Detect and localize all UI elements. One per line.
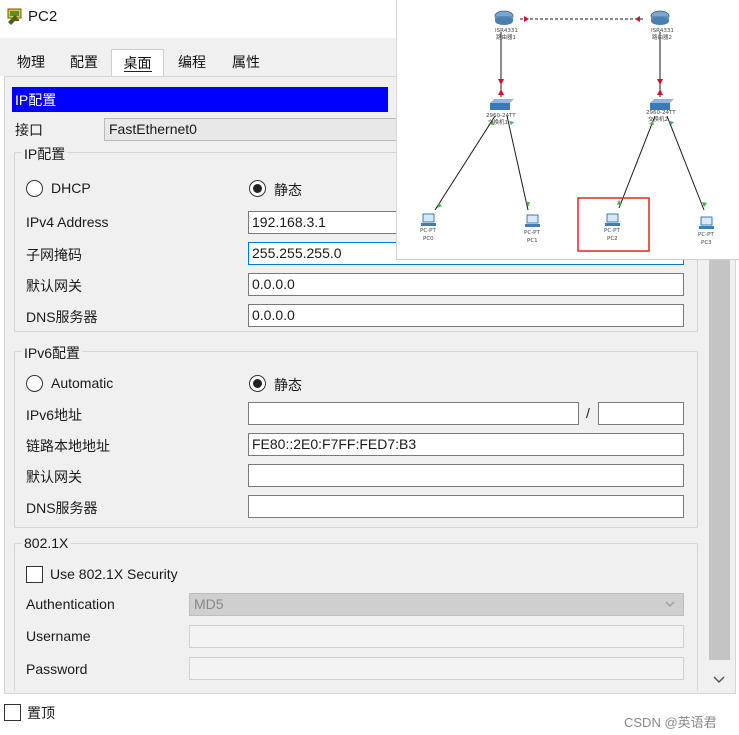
ipv6-dns-input[interactable]: [248, 495, 684, 518]
password-label: Password: [26, 661, 88, 677]
link-status-up-marker: [509, 121, 514, 125]
ipv6-config-group-title: IPv6配置: [22, 343, 83, 363]
switch1-name: 交换机1: [488, 118, 508, 126]
pc-icon[interactable]: [699, 216, 714, 229]
static-ipv6-radio[interactable]: [249, 375, 266, 392]
ipv4-address-label: IPv4 Address: [26, 214, 109, 230]
pc1-model: PC-PT: [524, 230, 540, 236]
tab-attributes[interactable]: 属性: [229, 52, 263, 74]
link-switch2-pc3: [666, 115, 705, 211]
ipv6-gateway-input[interactable]: [248, 464, 684, 487]
pc0-model: PC-PT: [420, 228, 436, 234]
password-input[interactable]: [189, 657, 684, 680]
topology-diagram: ISR4331 路由器1 ISR4331 路由器2 2960-24TT 交换机1…: [420, 10, 714, 252]
chevron-down-icon: [665, 601, 675, 607]
static-ipv6-label: 静态: [274, 377, 302, 393]
link-status-down-marker: [657, 79, 663, 85]
switch-icon[interactable]: [490, 99, 514, 110]
pc2-name: PC2: [607, 236, 618, 242]
always-on-top-label: 置顶: [27, 705, 55, 721]
router2-name: 路由器2: [652, 33, 672, 41]
subnet-mask-label: 子网掩码: [26, 247, 82, 263]
topology-overlay: ISR4331 路由器1 ISR4331 路由器2 2960-24TT 交换机1…: [396, 0, 739, 260]
username-label: Username: [26, 628, 91, 644]
pc-icon[interactable]: [421, 213, 436, 226]
tab-programming[interactable]: 编程: [175, 52, 209, 74]
interface-label: 接口: [15, 122, 43, 138]
pc3-model: PC-PT: [698, 232, 714, 238]
router-icon[interactable]: [650, 10, 670, 25]
link-status-down-marker: [498, 79, 504, 85]
dot1x-group-title: 802.1X: [22, 535, 71, 551]
switch2-model: 2960-24TT: [646, 110, 676, 116]
dhcp-label: DHCP: [51, 180, 91, 196]
pc1-name: PC1: [527, 238, 538, 244]
interface-select[interactable]: FastEthernet0: [104, 118, 404, 141]
router2-model: ISR4331: [651, 28, 674, 34]
ipv4-dns-input[interactable]: 0.0.0.0: [248, 304, 684, 327]
watermark: CSDN @英语君: [624, 715, 717, 730]
ipv4-gateway-input[interactable]: 0.0.0.0: [248, 273, 684, 296]
scroll-down-arrow-icon[interactable]: [713, 676, 725, 684]
prefix-separator: /: [586, 405, 590, 421]
ipv6-automatic-label: Automatic: [51, 375, 114, 391]
use-8021x-label: Use 802.1X Security: [50, 566, 178, 582]
tab-desktop-label: 桌面: [123, 55, 152, 72]
tab-config[interactable]: 配置: [67, 52, 101, 74]
link-switch1-pc1: [506, 115, 529, 211]
link-status-down-marker: [498, 89, 504, 95]
tab-desktop[interactable]: 桌面: [111, 49, 164, 76]
router-icon[interactable]: [494, 10, 514, 25]
link-status-down-marker: [657, 89, 663, 95]
pc-icon[interactable]: [605, 213, 620, 226]
link-local-label: 链路本地地址: [26, 438, 110, 454]
pc3-name: PC3: [701, 240, 712, 246]
always-on-top-checkbox[interactable]: [4, 704, 21, 721]
window-title: PC2: [28, 8, 58, 25]
switch1-model: 2960-24TT: [486, 113, 516, 119]
username-input[interactable]: [189, 625, 684, 648]
tab-physical[interactable]: 物理: [14, 52, 48, 74]
switch2-name: 交换机2: [648, 115, 668, 123]
pc2-model: PC-PT: [604, 228, 620, 234]
router1-model: ISR4331: [495, 28, 518, 34]
link-local-input[interactable]: FE80::2E0:F7FF:FED7:B3: [248, 433, 684, 456]
pc0-name: PC0: [423, 236, 434, 242]
ipv6-prefix-input[interactable]: [598, 402, 684, 425]
static-ipv4-radio[interactable]: [249, 180, 266, 197]
link-status-down-marker: [635, 16, 640, 22]
link-switch2-pc2: [618, 115, 656, 209]
authentication-value: MD5: [194, 596, 224, 612]
packet-tracer-pc-icon: [7, 8, 22, 25]
link-switch1-pc0: [434, 115, 496, 211]
dhcp-radio[interactable]: [26, 180, 43, 197]
switch-icon[interactable]: [650, 99, 674, 110]
ipv6-address-label: IPv6地址: [26, 407, 83, 423]
ipv6-automatic-radio[interactable]: [26, 375, 43, 392]
use-8021x-checkbox[interactable]: [26, 566, 43, 583]
ipv4-config-group-title: IP配置: [22, 144, 68, 164]
ipv6-gateway-label: 默认网关: [26, 469, 82, 485]
pc-icon[interactable]: [525, 214, 540, 227]
authentication-label: Authentication: [26, 596, 115, 612]
router1-name: 路由器1: [496, 33, 516, 41]
ipv6-dns-label: DNS服务器: [26, 500, 98, 516]
ipv4-dns-label: DNS服务器: [26, 309, 98, 325]
authentication-select[interactable]: MD5: [189, 593, 684, 616]
ipv4-gateway-label: 默认网关: [26, 278, 82, 294]
ip-config-header: IP配置: [12, 87, 388, 112]
ipv6-address-input[interactable]: [248, 402, 579, 425]
link-status-down-marker: [524, 16, 529, 22]
static-ipv4-label: 静态: [274, 182, 302, 198]
